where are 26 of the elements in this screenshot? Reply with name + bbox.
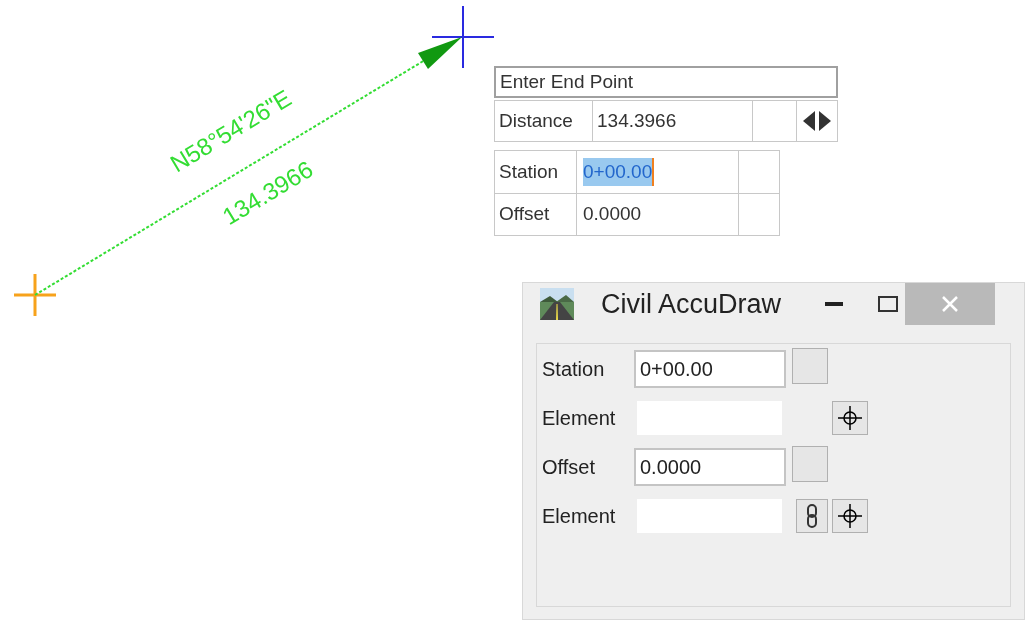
field-label: Element: [542, 504, 617, 529]
input-field[interactable]: 0+00.00: [634, 350, 786, 388]
field-label: Station: [542, 357, 606, 382]
field-value[interactable]: 134.3966: [593, 101, 753, 141]
field-label: Element: [542, 406, 617, 431]
start-point-cross: [12, 272, 58, 318]
close-icon: [942, 296, 959, 312]
field-label: Station: [495, 151, 577, 193]
window-title: Civil AccuDraw: [601, 287, 782, 321]
end-point-cross: [431, 5, 495, 69]
target-button[interactable]: [832, 499, 868, 533]
field-value[interactable]: 0.0000: [583, 200, 642, 229]
crosshair-icon: [837, 405, 863, 431]
link-button[interactable]: [796, 499, 828, 533]
road-icon: [540, 288, 574, 320]
chain-link-icon: [806, 504, 818, 528]
input-field[interactable]: 0.0000: [634, 448, 786, 486]
target-button[interactable]: [832, 401, 868, 435]
left-right-arrows-icon[interactable]: [802, 110, 832, 132]
field-label: Distance: [495, 101, 593, 141]
minimize-icon: [825, 302, 844, 306]
prompt-title: Enter End Point: [494, 66, 838, 98]
field-label: Offset: [495, 194, 577, 235]
field-label: Offset: [542, 455, 596, 480]
maximize-icon: [878, 296, 899, 312]
crosshair-icon: [837, 503, 863, 529]
